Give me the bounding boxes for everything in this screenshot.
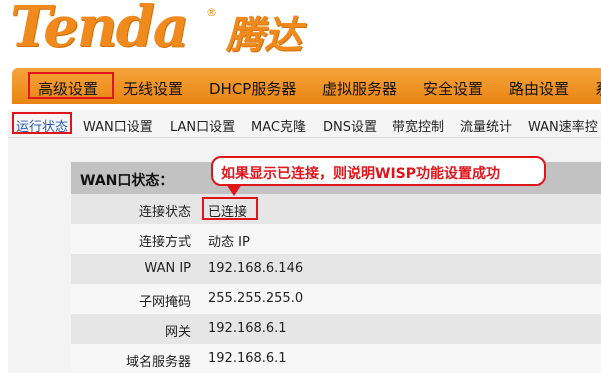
tenda-logo: Tenda xyxy=(10,0,189,60)
row-label: 连接方式 xyxy=(138,235,191,250)
nav-item-security[interactable]: 安全设置 xyxy=(423,78,483,99)
subnav-item-bandwidth[interactable]: 带宽控制 xyxy=(392,116,444,135)
row-value: 动态 IP xyxy=(208,235,250,250)
status-row-connection: 连接状态 已连接 xyxy=(71,194,601,224)
tenda-logo-chinese: 腾达 xyxy=(226,13,303,57)
status-row-dns: 域名服务器 192.168.6.1 xyxy=(71,344,601,373)
nav-item-advanced[interactable]: 高级设置 xyxy=(38,78,98,99)
row-label: 子网掩码 xyxy=(138,295,191,310)
status-row-subnet: 子网掩码 255.255.255.0 xyxy=(71,284,601,314)
row-value: 255.255.255.0 xyxy=(208,291,304,306)
row-label: 连接状态 xyxy=(138,205,191,220)
subnav-item-dns[interactable]: DNS设置 xyxy=(323,116,377,135)
connection-status-value: 已连接 xyxy=(208,205,248,220)
row-label: WAN IP xyxy=(144,261,191,276)
row-value: 192.168.6.146 xyxy=(208,261,304,276)
subnav-item-mac-clone[interactable]: MAC克隆 xyxy=(251,116,306,135)
nav-item-virtual-server[interactable]: 虚拟服务器 xyxy=(322,78,397,99)
annotation-pointer xyxy=(226,184,242,196)
row-value: 192.168.6.1 xyxy=(208,351,287,366)
status-row-wan-ip: WAN IP 192.168.6.146 xyxy=(71,254,601,284)
nav-item-dhcp[interactable]: DHCP服务器 xyxy=(209,78,296,99)
subnav-item-wan[interactable]: WAN口设置 xyxy=(83,116,153,135)
sub-nav: 运行状态 WAN口设置 LAN口设置 MAC克隆 DNS设置 带宽控制 流量统计… xyxy=(8,110,601,138)
annotation-text: 如果显示已连接，则说明WISP功能设置成功 xyxy=(221,166,500,182)
subnav-item-traffic[interactable]: 流量统计 xyxy=(460,116,512,135)
section-title: WAN口状态： xyxy=(80,173,174,189)
subnav-item-status[interactable]: 运行状态 xyxy=(16,116,68,135)
row-label: 域名服务器 xyxy=(125,355,191,370)
status-row-mode: 连接方式 动态 IP xyxy=(71,224,601,254)
nav-item-wireless[interactable]: 无线设置 xyxy=(123,78,183,99)
row-label: 网关 xyxy=(164,325,191,340)
main-nav: 高级设置 无线设置 DHCP服务器 虚拟服务器 安全设置 路由设置 系 xyxy=(12,68,601,104)
header: Tenda ® 腾达 xyxy=(0,0,601,64)
nav-item-routing[interactable]: 路由设置 xyxy=(509,78,569,99)
subnav-item-lan[interactable]: LAN口设置 xyxy=(170,116,235,135)
registered-mark: ® xyxy=(206,6,217,19)
subnav-item-wan-speed[interactable]: WAN速率控 xyxy=(528,116,598,135)
annotation-callout: 如果显示已连接，则说明WISP功能设置成功 xyxy=(211,156,546,186)
nav-item-system[interactable]: 系 xyxy=(595,78,601,99)
status-row-gateway: 网关 192.168.6.1 xyxy=(71,314,601,344)
row-value: 192.168.6.1 xyxy=(208,321,287,336)
